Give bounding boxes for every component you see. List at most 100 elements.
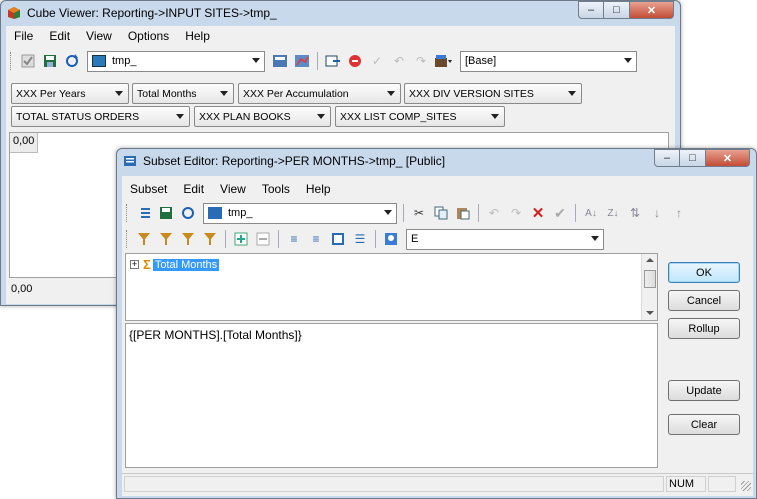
- update-button[interactable]: Update: [668, 380, 740, 401]
- subset-editor-menubar: Subset Edit View Tools Help: [122, 179, 753, 199]
- dim-total-status-orders[interactable]: TOTAL STATUS ORDERS: [11, 106, 190, 127]
- menu-file[interactable]: File: [6, 29, 41, 43]
- chevron-down-icon: [384, 209, 392, 215]
- dim-label: TOTAL STATUS ORDERS: [16, 110, 140, 123]
- subset-editor-window: Subset Editor: Reporting->PER MONTHS->tm…: [116, 148, 757, 499]
- calculator-icon[interactable]: [271, 52, 289, 70]
- menu-edit[interactable]: Edit: [175, 182, 212, 196]
- dim-total-months[interactable]: Total Months: [132, 83, 234, 104]
- sandbox-icon[interactable]: [434, 52, 452, 70]
- chevron-down-icon: [176, 114, 184, 119]
- menu-edit[interactable]: Edit: [41, 29, 78, 43]
- chevron-down-icon: [252, 57, 260, 63]
- toolbar-grip[interactable]: [126, 230, 129, 248]
- paste-icon[interactable]: [454, 204, 472, 222]
- minimize-button[interactable]: –: [578, 1, 604, 19]
- close-button[interactable]: ✕: [630, 1, 674, 19]
- sort-ascending-icon[interactable]: A↓: [582, 204, 600, 222]
- maximize-button[interactable]: □: [604, 1, 630, 19]
- dim-per-accumulation[interactable]: XXX Per Accumulation: [238, 83, 401, 104]
- scroll-down-icon[interactable]: [646, 311, 654, 315]
- cancel-button[interactable]: Cancel: [668, 290, 740, 311]
- rollup-button[interactable]: Rollup: [668, 318, 740, 339]
- ok-button[interactable]: OK: [668, 262, 740, 283]
- subset-editor-buttons: OK Cancel Rollup Update Clear: [668, 176, 748, 476]
- status-pane-extra: [708, 476, 736, 492]
- menu-help[interactable]: Help: [177, 29, 218, 43]
- cube-viewer-title: Cube Viewer: Reporting->INPUT SITES->tmp…: [27, 6, 277, 20]
- checkbox-icon[interactable]: [19, 52, 37, 70]
- tree-scrollbar[interactable]: [641, 254, 657, 320]
- toolbar-separator: [403, 204, 404, 222]
- expand-icon[interactable]: [232, 230, 250, 248]
- subset-editor-title: Subset Editor: Reporting->PER MONTHS->tm…: [143, 154, 446, 168]
- rollup-icon[interactable]: ≡: [307, 230, 325, 248]
- dim-plan-books[interactable]: XXX PLAN BOOKS: [194, 106, 331, 127]
- base-combo-value: [Base]: [465, 55, 497, 67]
- refresh-icon[interactable]: [63, 52, 81, 70]
- scroll-up-icon[interactable]: [646, 258, 654, 262]
- delete-icon[interactable]: ✕: [529, 204, 547, 222]
- keep-icon[interactable]: ✔: [551, 204, 569, 222]
- sort-hierarchy-icon[interactable]: ⇅: [626, 204, 644, 222]
- menu-view[interactable]: View: [78, 29, 120, 43]
- status-bar: NUM: [122, 473, 753, 493]
- chart-options-icon[interactable]: [293, 52, 311, 70]
- minimize-button[interactable]: –: [654, 149, 680, 167]
- cut-icon[interactable]: ✂: [410, 204, 428, 222]
- maximize-button[interactable]: □: [680, 149, 706, 167]
- cube-viewer-menubar: File Edit View Options Help: [6, 26, 675, 46]
- refresh-icon[interactable]: [179, 204, 197, 222]
- tree-row[interactable]: + Σ Total Months: [130, 257, 220, 272]
- grid-corner-cell[interactable]: 0,00: [10, 133, 38, 153]
- redo-icon: ↷: [415, 54, 427, 68]
- resize-grip-icon[interactable]: [741, 481, 751, 491]
- save-icon[interactable]: [157, 204, 175, 222]
- scroll-thumb[interactable]: [644, 270, 656, 288]
- toolbar-grip[interactable]: [10, 52, 13, 70]
- view-icon: [92, 55, 106, 67]
- view-combo[interactable]: tmp_: [87, 50, 265, 72]
- menu-subset[interactable]: Subset: [122, 182, 175, 196]
- menu-options[interactable]: Options: [120, 29, 177, 43]
- menu-tools[interactable]: Tools: [254, 182, 298, 196]
- mdx-expression-area[interactable]: {[PER MONTHS].[Total Months]}: [125, 323, 658, 468]
- dim-list-comp-sites[interactable]: XXX LIST COMP_SITES: [335, 106, 505, 127]
- subset-editor-toolbar-1: tmp_ ✂ ↶ ↷ ✕ ✔ A↓ Z↓ ⇅ ↓ ↑: [122, 201, 753, 225]
- dim-label: XXX Per Accumulation: [243, 87, 349, 100]
- maximize-icon: □: [689, 152, 696, 164]
- sort-index-ascending-icon[interactable]: ↓: [648, 204, 666, 222]
- export-icon[interactable]: [324, 52, 342, 70]
- tree-icon[interactable]: ☰: [351, 230, 369, 248]
- clear-button[interactable]: Clear: [668, 414, 740, 435]
- subset-combo[interactable]: tmp_: [203, 202, 397, 224]
- toolbar-grip[interactable]: [126, 204, 129, 222]
- hierarchy-icon[interactable]: [329, 230, 347, 248]
- sort-descending-icon[interactable]: Z↓: [604, 204, 622, 222]
- menu-view[interactable]: View: [212, 182, 254, 196]
- dim-per-years[interactable]: XXX Per Years: [11, 83, 129, 104]
- dim-label: XXX LIST COMP_SITES: [340, 110, 457, 123]
- filter-by-attribute-icon[interactable]: [179, 230, 197, 248]
- base-combo[interactable]: [Base]: [460, 50, 637, 72]
- filter-by-wildcard-icon[interactable]: [201, 230, 219, 248]
- menu-help[interactable]: Help: [298, 182, 339, 196]
- subset-tree[interactable]: + Σ Total Months: [125, 253, 658, 321]
- dim-div-version-sites[interactable]: XXX DIV VERSION SITES: [404, 83, 582, 104]
- chevron-down-icon: [568, 91, 576, 96]
- close-button[interactable]: ✕: [706, 149, 750, 167]
- filter-icon[interactable]: [135, 230, 153, 248]
- new-subset-icon[interactable]: [135, 204, 153, 222]
- copy-icon[interactable]: [432, 204, 450, 222]
- minimize-icon: –: [587, 4, 595, 16]
- drill-down-icon[interactable]: ≡: [285, 230, 303, 248]
- tree-item-total-months[interactable]: Total Months: [152, 258, 220, 271]
- toolbar-separator: [375, 230, 376, 248]
- expand-toggle-icon[interactable]: +: [130, 260, 139, 269]
- alias-icon[interactable]: [382, 230, 400, 248]
- subset-editor-icon: [124, 156, 136, 166]
- alias-combo[interactable]: E: [406, 228, 604, 250]
- filter-by-level-icon[interactable]: [157, 230, 175, 248]
- stop-icon[interactable]: [346, 52, 364, 70]
- save-icon[interactable]: [41, 52, 59, 70]
